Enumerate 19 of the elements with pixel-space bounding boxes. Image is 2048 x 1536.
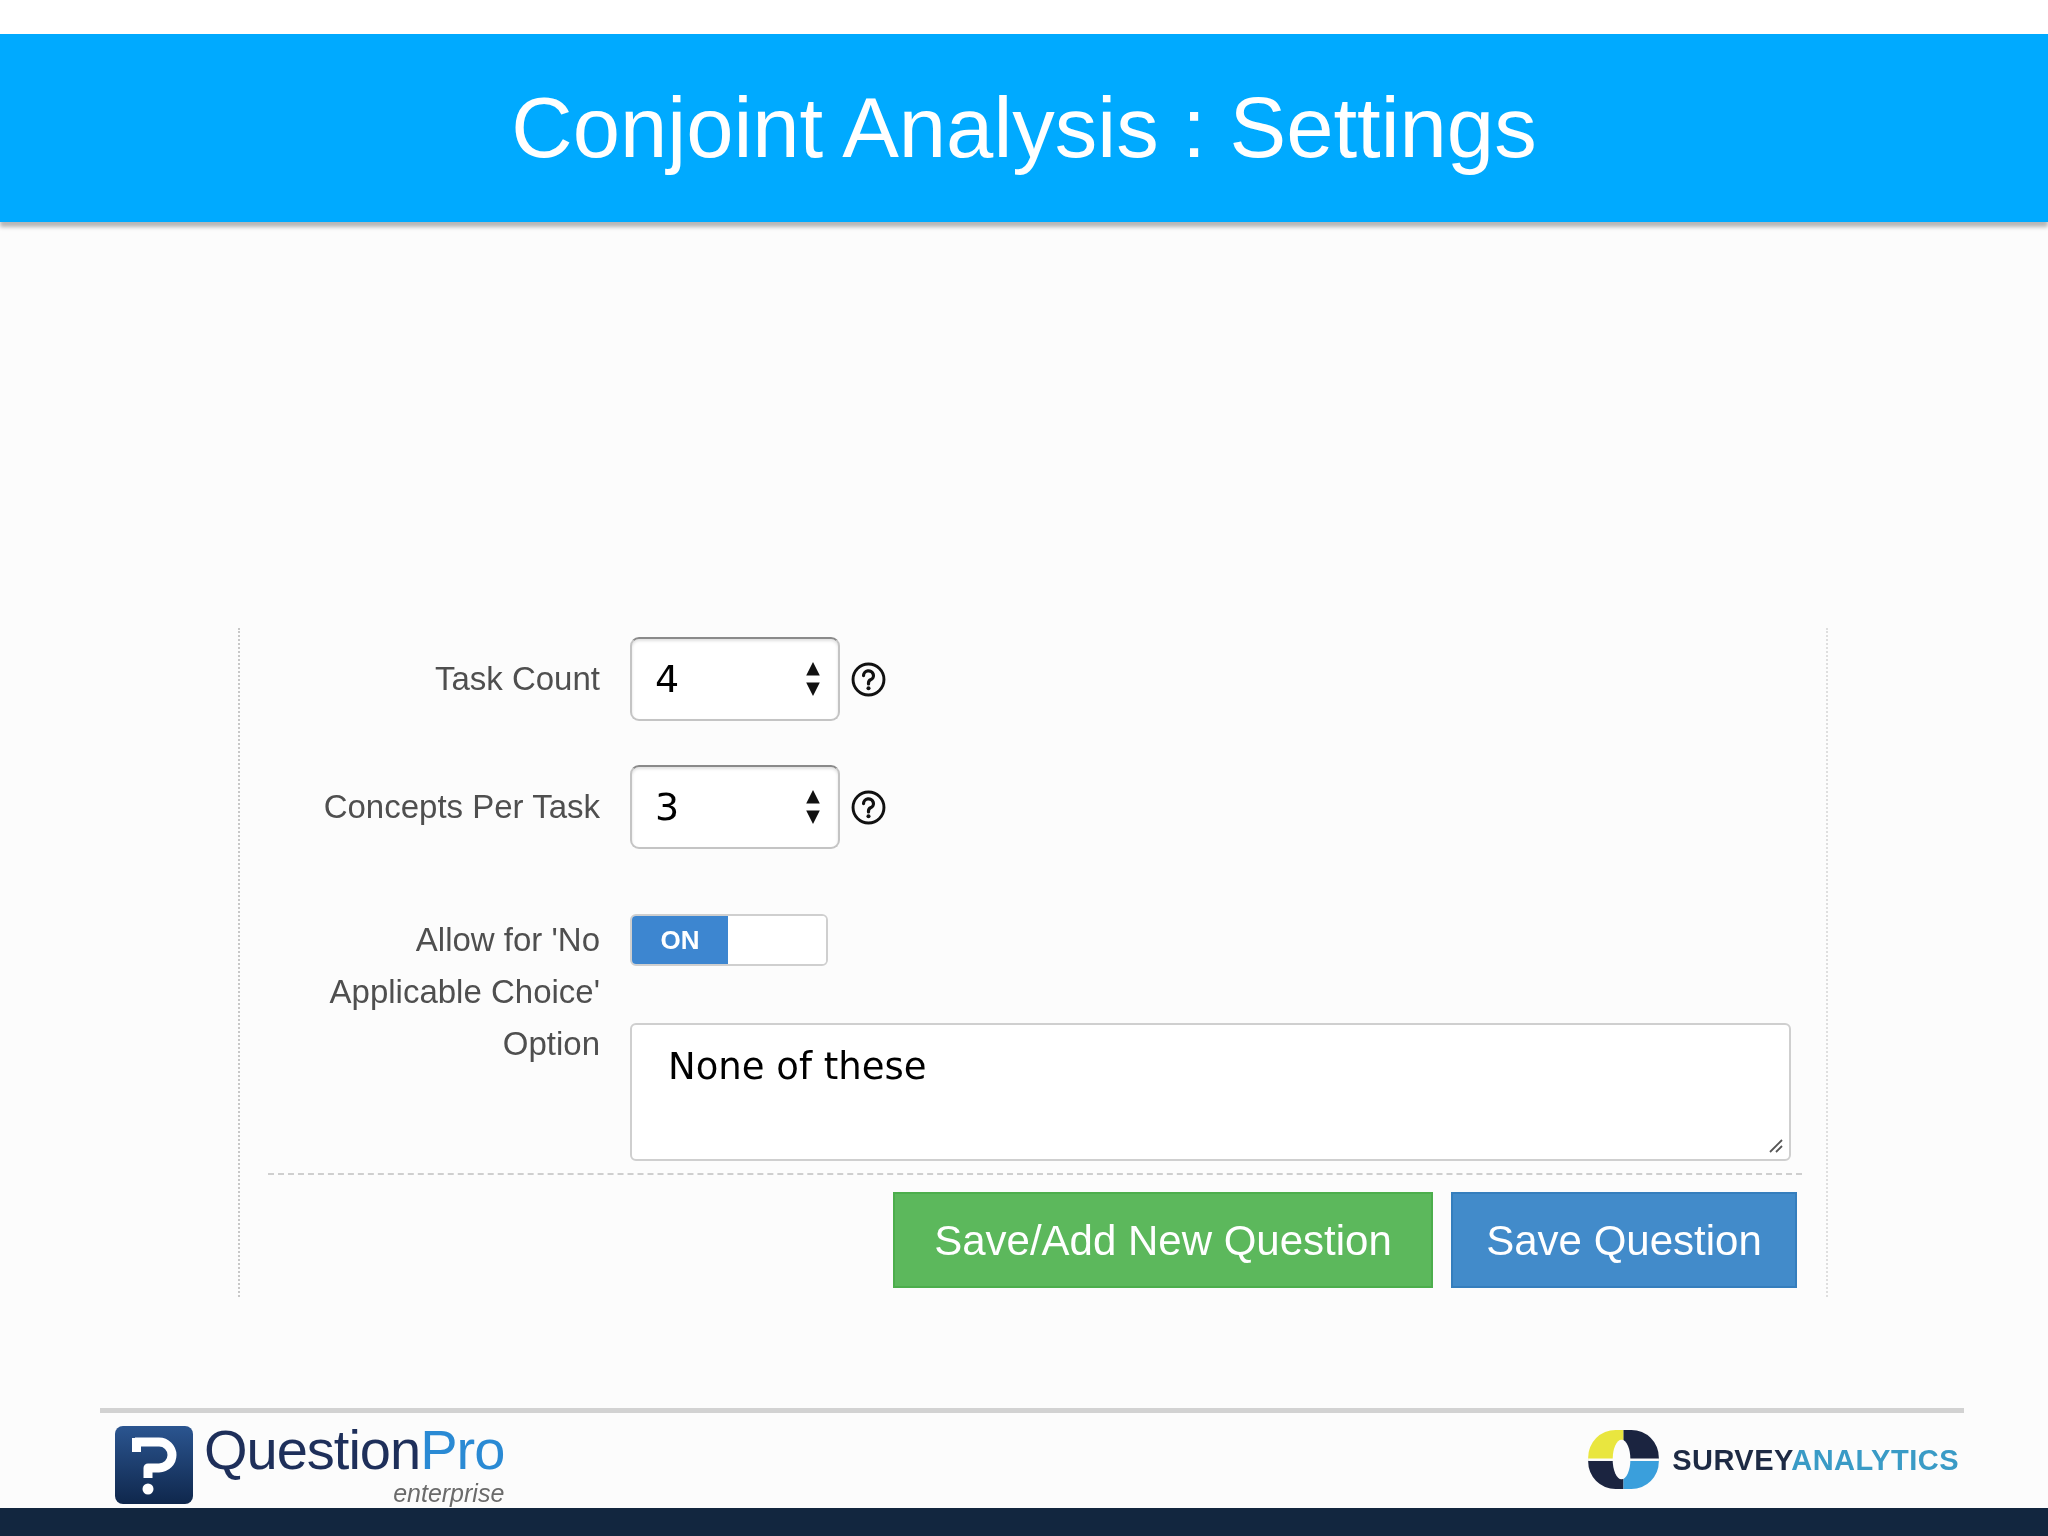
logo-wordmark: QuestionPro <box>204 1422 505 1478</box>
resize-grip-icon[interactable] <box>1767 1137 1783 1153</box>
field-label: Concepts Per Task <box>322 787 600 827</box>
page-title: Conjoint Analysis : Settings <box>511 80 1537 176</box>
number-select[interactable]: 3 <box>630 765 840 849</box>
logo-mark-icon <box>115 1426 193 1504</box>
logo-wordmark: SURVEYANALYTICS <box>1672 1442 1959 1477</box>
toggle-switch[interactable]: ON <box>630 914 828 966</box>
number-select[interactable]: 4 <box>630 637 840 721</box>
text-area-field[interactable]: None of these <box>630 1023 1791 1161</box>
logo-tagline: enterprise <box>393 1480 505 1506</box>
field-label: Allow for 'No Applicable Choice' Option <box>328 920 600 1064</box>
sort-arrows-icon <box>806 662 820 696</box>
help-icon[interactable] <box>851 789 886 825</box>
field-label: Task Count <box>433 659 600 699</box>
save-button[interactable]: Save Question <box>1451 1192 1797 1288</box>
sort-arrows-icon <box>806 790 820 824</box>
help-icon[interactable] <box>851 661 886 697</box>
ring-logo-icon <box>1588 1430 1660 1489</box>
